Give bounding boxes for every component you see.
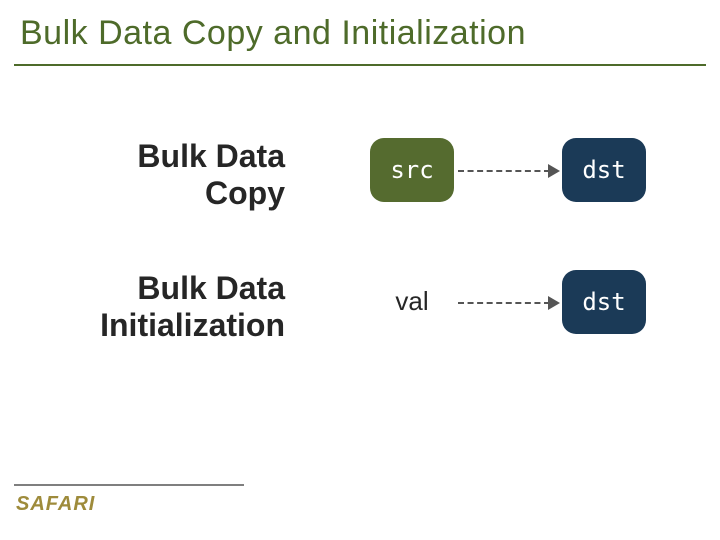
slide-title: Bulk Data Copy and Initialization — [20, 14, 526, 53]
dst-chip-text: dst — [582, 288, 625, 316]
arrow-init — [458, 300, 568, 306]
dst-chip-init: dst — [562, 270, 646, 334]
arrow-head-icon — [548, 296, 560, 310]
row-label-init: Bulk Data Initialization — [25, 270, 285, 344]
arrow-shaft — [458, 302, 550, 304]
title-rule — [14, 64, 706, 66]
row-label-copy: Bulk Data Copy — [25, 138, 285, 212]
src-chip: src — [370, 138, 454, 202]
footer-rule — [14, 484, 244, 486]
arrow-shaft — [458, 170, 550, 172]
row-label-line2: Copy — [205, 175, 285, 211]
dst-chip-copy: dst — [562, 138, 646, 202]
arrow-head-icon — [548, 164, 560, 178]
arrow-copy — [458, 168, 568, 174]
val-text: val — [380, 286, 444, 317]
row-label-line1: Bulk Data — [137, 270, 285, 306]
row-label-line1: Bulk Data — [137, 138, 285, 174]
footer-brand: SAFARI — [16, 493, 95, 516]
dst-chip-text: dst — [582, 156, 625, 184]
src-chip-text: src — [390, 156, 433, 184]
row-label-line2: Initialization — [100, 307, 285, 343]
